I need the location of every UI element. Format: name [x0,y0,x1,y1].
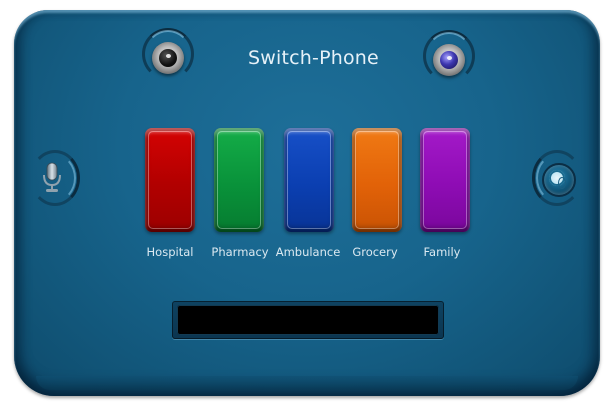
tile-family[interactable] [420,128,470,232]
tile-pharmacy[interactable] [214,128,264,232]
tile-grocery[interactable] [352,128,402,232]
sensor-lens-pupil [440,51,458,69]
camera-lens-icon [152,42,184,74]
tile-hospital[interactable] [145,128,195,232]
tile-ambulance[interactable] [284,128,334,232]
fingerprint-icon [542,163,576,197]
lens-glint [447,56,452,60]
lens-glint [166,54,171,58]
sensor-lens [421,30,477,86]
tile-label-family: Family [423,245,461,259]
sensor-lens-icon [433,44,465,76]
fingerprint-pad [549,170,566,189]
camera-lens-pupil [159,49,177,67]
display-panel [172,301,444,339]
microphone-button[interactable] [30,150,80,206]
camera-lens [140,28,196,84]
app-title: Switch-Phone [248,47,379,69]
fingerprint-button[interactable] [532,150,582,206]
tile-label-hospital: Hospital [146,245,194,259]
display-screen [177,305,439,335]
microphone-icon [43,162,61,192]
fingerprint-lines [558,177,566,189]
